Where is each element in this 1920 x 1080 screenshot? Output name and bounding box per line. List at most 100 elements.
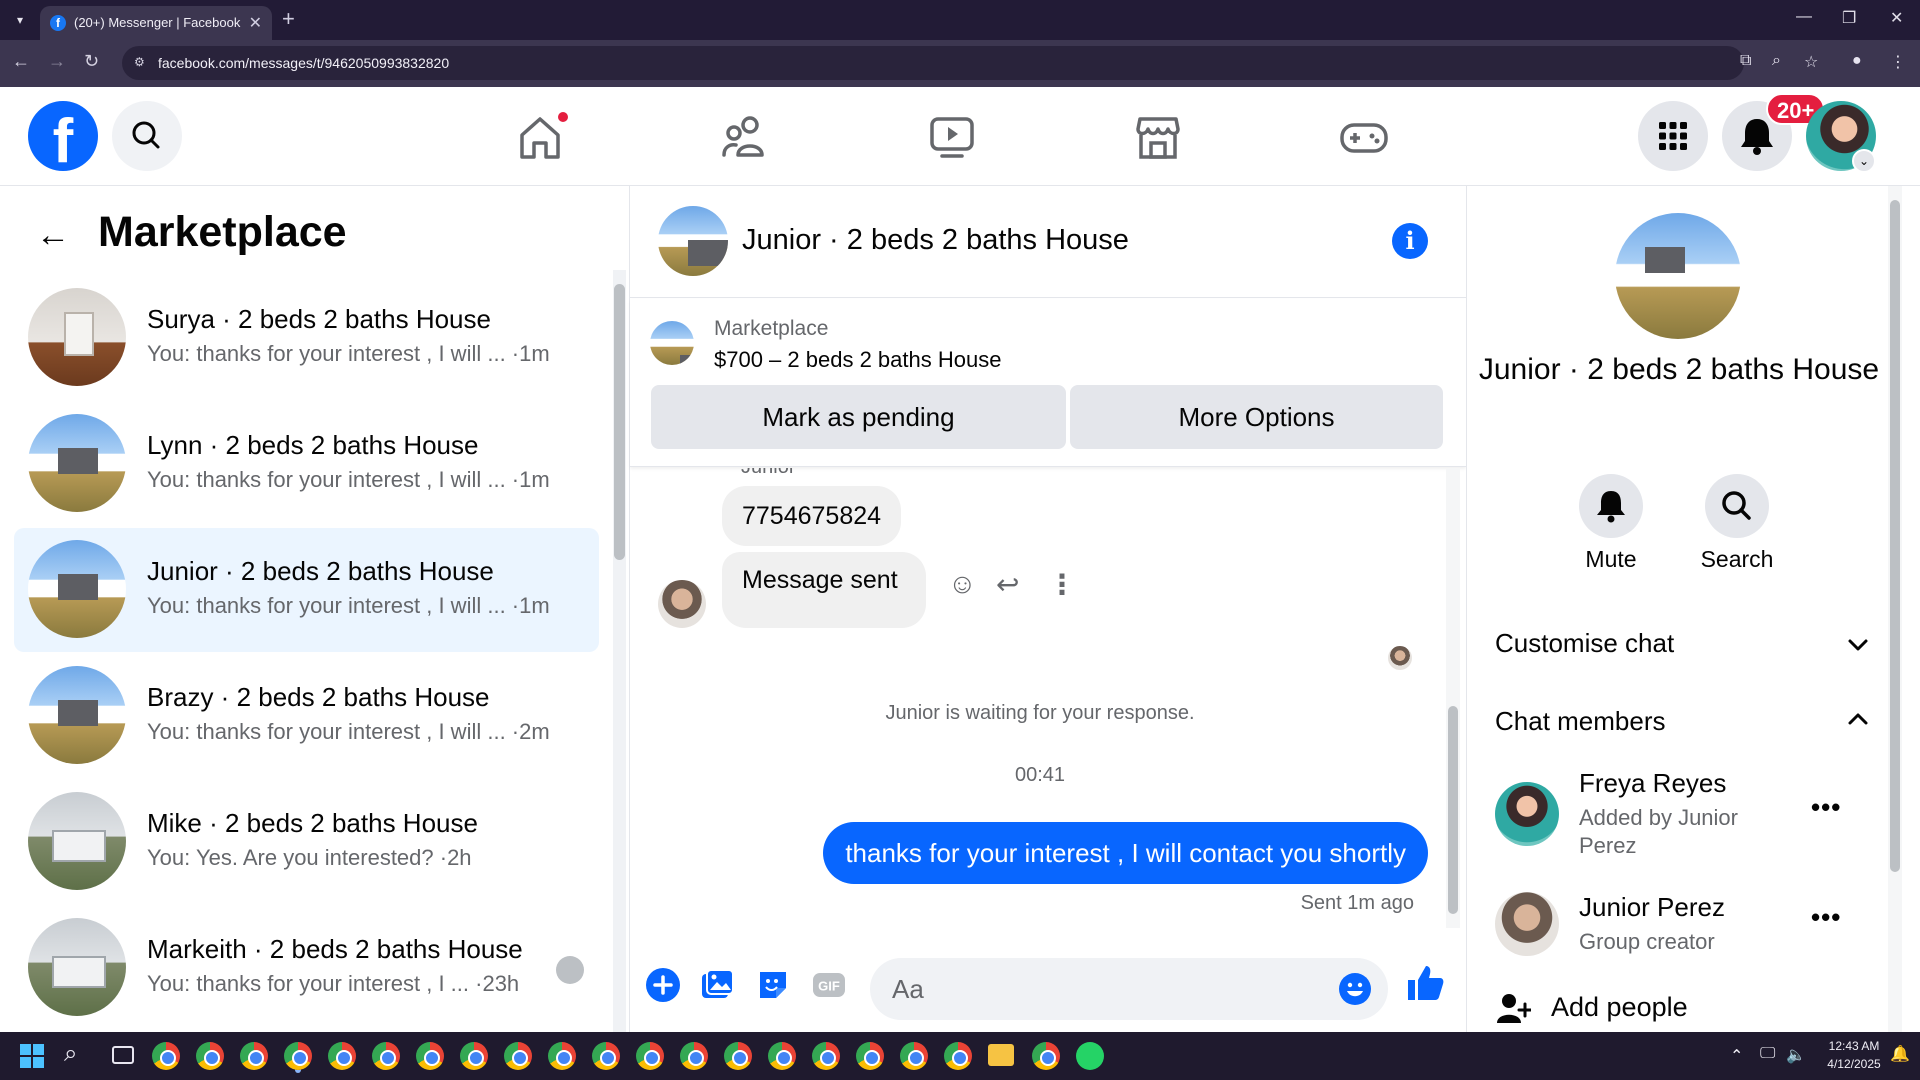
taskbar-search-icon[interactable]: ⌕ — [64, 1040, 77, 1068]
network-icon[interactable]: 🖵 — [1760, 1045, 1775, 1063]
new-tab-icon[interactable]: + — [282, 6, 295, 32]
tray-chevron-up-icon[interactable]: ⌃ — [1730, 1046, 1743, 1066]
listing-price-title[interactable]: $700 – 2 beds 2 baths House — [714, 347, 1001, 373]
emoji-icon[interactable] — [1338, 972, 1372, 1006]
sender-avatar[interactable] — [658, 580, 706, 628]
chrome-icon[interactable] — [1032, 1042, 1060, 1070]
info-icon[interactable]: i — [1392, 223, 1428, 259]
task-view-icon[interactable] — [112, 1046, 134, 1064]
clock-date[interactable]: 4/12/2025 — [1814, 1057, 1894, 1071]
conversation-item[interactable]: Mike · 2 beds 2 baths House You: Yes. Ar… — [14, 780, 599, 904]
more-vertical-icon[interactable]: ⋮ — [1048, 568, 1076, 601]
volume-icon[interactable]: 🔈 — [1786, 1045, 1806, 1065]
member-name[interactable]: Freya Reyes — [1579, 768, 1726, 799]
profile-icon[interactable]: ● — [1852, 52, 1862, 70]
install-app-icon[interactable]: ⧉ — [1740, 52, 1751, 70]
scrollbar-thumb[interactable] — [614, 284, 625, 560]
search-in-chat-button[interactable] — [1705, 474, 1769, 538]
gaming-icon[interactable] — [1336, 111, 1392, 163]
chrome-icon[interactable] — [328, 1042, 356, 1070]
chrome-icon[interactable] — [900, 1042, 928, 1070]
message-input[interactable] — [870, 958, 1388, 1020]
photo-icon[interactable] — [698, 966, 736, 1004]
plus-circle-icon[interactable] — [644, 966, 682, 1004]
chrome-icon[interactable] — [460, 1042, 488, 1070]
conversation-item[interactable]: Markeith · 2 beds 2 baths House You: tha… — [14, 906, 599, 1030]
sticker-icon[interactable] — [754, 966, 792, 1004]
back-arrow-icon[interactable]: ← — [36, 216, 70, 255]
reload-icon[interactable]: ↻ — [84, 51, 99, 72]
chrome-icon[interactable] — [416, 1042, 444, 1070]
conversation-item[interactable]: Lynn · 2 beds 2 baths House You: thanks … — [14, 402, 599, 526]
chevron-down-icon[interactable] — [1843, 630, 1873, 660]
chrome-icon[interactable] — [944, 1042, 972, 1070]
react-emoji-icon[interactable]: ☺ — [948, 568, 977, 600]
chrome-icon[interactable] — [856, 1042, 884, 1070]
account-chevron-down-icon[interactable]: ⌄ — [1852, 149, 1876, 173]
restore-icon[interactable]: ❐ — [1842, 8, 1856, 28]
add-person-icon[interactable] — [1495, 990, 1531, 1026]
chrome-icon[interactable] — [240, 1042, 268, 1070]
incoming-message-bubble[interactable]: Message sent — [722, 552, 926, 628]
chrome-icon[interactable] — [636, 1042, 664, 1070]
minimize-icon[interactable]: — — [1796, 8, 1812, 26]
member-more-icon[interactable]: ••• — [1811, 792, 1841, 823]
mute-button[interactable] — [1579, 474, 1643, 538]
tab-close-icon[interactable]: ✕ — [249, 13, 262, 33]
member-name[interactable]: Junior Perez — [1579, 892, 1725, 923]
marketplace-icon[interactable] — [1130, 111, 1186, 163]
chrome-icon[interactable] — [284, 1042, 312, 1070]
menu-grid-button[interactable] — [1638, 101, 1708, 171]
incoming-message-bubble[interactable]: 7754675824 — [722, 486, 902, 546]
member-avatar[interactable] — [1495, 892, 1559, 956]
tab-search-icon[interactable]: ▾ — [10, 9, 30, 31]
whatsapp-icon[interactable] — [1076, 1042, 1104, 1070]
close-window-icon[interactable]: ✕ — [1890, 8, 1903, 28]
menu-dots-icon[interactable]: ⋮ — [1890, 52, 1906, 72]
chrome-icon[interactable] — [196, 1042, 224, 1070]
site-info-icon[interactable]: ⚙ — [134, 55, 150, 71]
clock-time[interactable]: 12:43 AM — [1814, 1039, 1894, 1053]
browser-tab[interactable]: f (20+) Messenger | Facebook ✕ — [40, 6, 272, 40]
scrollbar-thumb[interactable] — [1890, 200, 1900, 872]
reply-icon[interactable]: ↩ — [996, 568, 1019, 601]
chrome-icon[interactable] — [504, 1042, 532, 1070]
chat-avatar[interactable] — [658, 206, 728, 276]
chrome-icon[interactable] — [680, 1042, 708, 1070]
notification-bell-icon[interactable]: 🔔 — [1890, 1044, 1910, 1064]
more-options-button[interactable]: More Options — [1070, 385, 1443, 449]
chrome-icon[interactable] — [592, 1042, 620, 1070]
outgoing-message-bubble[interactable]: thanks for your interest , I will contac… — [823, 822, 1428, 884]
friends-icon[interactable] — [718, 111, 774, 163]
chevron-up-icon[interactable] — [1843, 704, 1873, 734]
chrome-icon[interactable] — [152, 1042, 180, 1070]
facebook-logo-icon[interactable]: f — [28, 101, 98, 171]
customise-chat-header[interactable]: Customise chat — [1495, 628, 1674, 659]
windows-start-icon[interactable] — [20, 1044, 44, 1068]
video-icon[interactable] — [924, 111, 980, 163]
chrome-icon[interactable] — [812, 1042, 840, 1070]
listing-thumbnail[interactable] — [650, 321, 694, 365]
member-more-icon[interactable]: ••• — [1811, 902, 1841, 933]
scrollbar-thumb[interactable] — [1448, 706, 1458, 914]
gif-icon[interactable]: GIF — [810, 966, 848, 1004]
url-field[interactable]: ⚙ facebook.com/messages/t/94620509938328… — [122, 46, 1744, 80]
file-explorer-icon[interactable] — [988, 1044, 1014, 1066]
forward-icon[interactable]: → — [48, 51, 66, 72]
bookmark-star-icon[interactable]: ☆ — [1804, 52, 1818, 72]
chrome-icon[interactable] — [768, 1042, 796, 1070]
conversation-item[interactable]: Brazy · 2 beds 2 baths House You: thanks… — [14, 654, 599, 778]
conversation-item[interactable]: Surya · 2 beds 2 baths House You: thanks… — [14, 276, 599, 400]
search-button[interactable] — [112, 101, 182, 171]
group-avatar[interactable] — [1615, 213, 1741, 339]
back-icon[interactable]: ← — [12, 51, 30, 72]
like-thumb-icon[interactable] — [1404, 962, 1446, 1004]
chat-title[interactable]: Junior · 2 beds 2 baths House — [742, 224, 1129, 257]
chrome-icon[interactable] — [372, 1042, 400, 1070]
add-people-button[interactable]: Add people — [1551, 992, 1688, 1023]
conversation-item-active[interactable]: Junior · 2 beds 2 baths House You: thank… — [14, 528, 599, 652]
zoom-icon[interactable]: ⌕ — [1772, 52, 1781, 70]
chat-members-header[interactable]: Chat members — [1495, 706, 1666, 737]
chrome-icon[interactable] — [548, 1042, 576, 1070]
mark-as-pending-button[interactable]: Mark as pending — [651, 385, 1066, 449]
